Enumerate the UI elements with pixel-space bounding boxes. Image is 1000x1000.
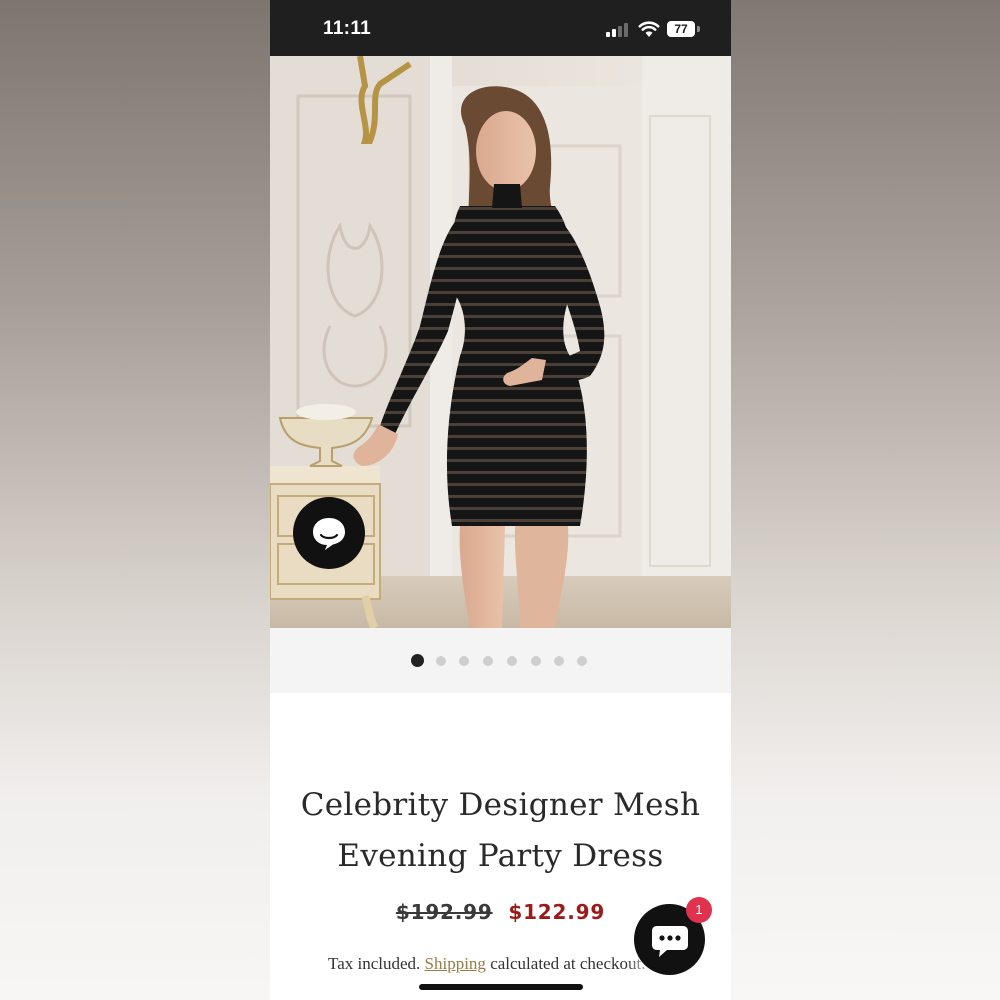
battery-icon: 77 xyxy=(667,21,695,37)
chat-bubble-icon xyxy=(313,518,345,550)
gallery-dot-2[interactable] xyxy=(436,656,446,666)
chat-widget-button[interactable] xyxy=(293,497,365,569)
original-price: $192.99 xyxy=(395,900,493,924)
sale-price: $122.99 xyxy=(508,900,606,924)
cellular-signal-icon xyxy=(606,23,632,37)
status-bar: 11:11 77 xyxy=(270,0,731,56)
gallery-dot-5[interactable] xyxy=(507,656,517,666)
gallery-dot-7[interactable] xyxy=(554,656,564,666)
gallery-dot-8[interactable] xyxy=(577,656,587,666)
tax-prefix: Tax included. xyxy=(328,954,421,973)
battery-tip xyxy=(697,26,700,32)
gallery-pagination xyxy=(270,628,731,693)
gallery-dot-6[interactable] xyxy=(531,656,541,666)
chat-icon xyxy=(651,925,688,957)
wifi-icon xyxy=(638,21,660,37)
product-title: Celebrity Designer Mesh Evening Party Dr… xyxy=(290,780,711,882)
tax-suffix: calculated at checkout. xyxy=(490,954,646,973)
background-left xyxy=(0,0,270,1000)
shipping-link[interactable]: Shipping xyxy=(425,954,486,973)
product-title-line2: Evening Party Dress xyxy=(337,838,664,874)
status-time: 11:11 xyxy=(323,18,371,39)
notification-badge: 1 xyxy=(686,897,712,923)
product-title-line1: Celebrity Designer Mesh xyxy=(300,787,701,823)
home-indicator[interactable] xyxy=(419,984,583,990)
phone-screen: 11:11 77 Celebrity Designer Mesh Evening… xyxy=(270,0,731,1000)
product-image[interactable] xyxy=(270,56,731,628)
background-right xyxy=(731,0,1000,1000)
gallery-dot-4[interactable] xyxy=(483,656,493,666)
gallery-dot-3[interactable] xyxy=(459,656,469,666)
gallery-dot-1[interactable] xyxy=(411,654,424,667)
